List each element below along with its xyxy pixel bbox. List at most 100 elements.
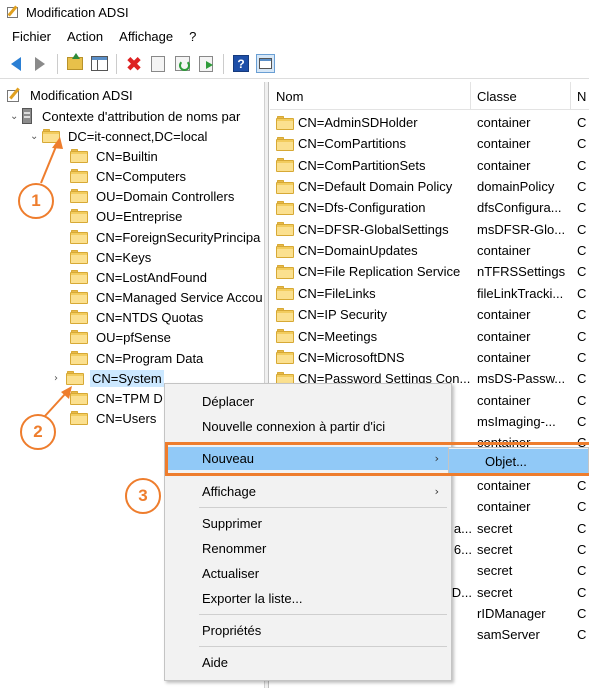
menu-action[interactable]: Action <box>59 29 111 44</box>
tree-item-label: OU=Domain Controllers <box>96 188 235 204</box>
export-list-icon[interactable] <box>196 54 216 74</box>
tree-item[interactable]: CN=LostAndFound <box>70 267 209 287</box>
tree-item[interactable]: CN=Builtin <box>70 146 160 166</box>
list-row[interactable]: CN=IP Security container C <box>270 304 589 325</box>
list-cell-dn: C <box>577 349 587 365</box>
tree-root[interactable]: Modification ADSI <box>6 85 135 105</box>
folder-icon <box>276 350 294 365</box>
tree-domain[interactable]: ⌄ DC=it-connect,DC=local <box>30 126 209 146</box>
list-row[interactable]: CN=Meetings container C <box>270 326 589 347</box>
folder-icon <box>70 169 88 183</box>
list-cell-dn: C <box>577 136 587 152</box>
chevron-down-icon[interactable]: ⌄ <box>10 111 22 122</box>
folder-icon <box>70 189 88 203</box>
tree-item[interactable]: OU=Entreprise <box>70 206 184 226</box>
tree-item[interactable]: CN=Managed Service Accou <box>70 287 264 307</box>
column-header-class[interactable]: Classe <box>471 82 571 110</box>
list-row[interactable]: CN=AdminSDHolder container C <box>270 112 589 133</box>
menu-item-refresh[interactable]: Actualiser <box>165 562 451 585</box>
list-row[interactable]: CN=ComPartitionSets container C <box>270 155 589 176</box>
menu-file[interactable]: Fichier <box>4 29 59 44</box>
menu-help[interactable]: ? <box>181 29 204 44</box>
list-cell-class: container <box>477 392 531 408</box>
tree-naming-context[interactable]: ⌄ Contexte d'attribution de noms par <box>10 106 242 126</box>
list-cell-dn: C <box>577 307 587 323</box>
tree-item[interactable]: OU=Domain Controllers <box>70 186 236 206</box>
list-row[interactable]: CN=MicrosoftDNS container C <box>270 347 589 368</box>
list-row[interactable]: CN=File Replication Service nTFRSSettings… <box>270 261 589 282</box>
menu-item-rename[interactable]: Renommer <box>165 537 451 560</box>
list-cell-name: CN=ComPartitions <box>276 133 472 154</box>
folder-icon <box>70 209 88 223</box>
folder-up-icon[interactable] <box>65 53 85 74</box>
tree-item[interactable]: CN=Program Data <box>70 348 205 368</box>
menu-item-export-list[interactable]: Exporter la liste... <box>165 587 451 610</box>
menu-item-help[interactable]: Aide <box>165 651 451 674</box>
refresh-icon[interactable] <box>172 54 192 74</box>
list-cell-dn: C <box>577 157 587 173</box>
list-cell-name: CN=ComPartitionSets <box>276 155 472 176</box>
menu-item-properties[interactable]: Propriétés <box>165 619 451 642</box>
list-cell-name-text: CN=FileLinks <box>298 285 376 301</box>
tree-item[interactable]: CN=Computers <box>70 166 188 186</box>
tree-item[interactable]: CN=NTDS Quotas <box>70 307 205 327</box>
menu-item-label: Nouvelle connexion à partir d'ici <box>202 419 386 434</box>
list-cell-class: domainPolicy <box>477 179 555 195</box>
tree-item[interactable]: CN=Keys <box>70 247 153 267</box>
menu-item-label: Supprimer <box>202 516 262 531</box>
context-menu: Déplacer Nouvelle connexion à partir d'i… <box>164 383 452 681</box>
column-header-name[interactable]: Nom <box>270 82 471 110</box>
title-bar: Modification ADSI <box>0 0 589 24</box>
tree-item[interactable]: CN=ForeignSecurityPrincipa <box>70 227 262 247</box>
folder-icon <box>276 222 294 237</box>
menu-item-move[interactable]: Déplacer <box>165 390 451 413</box>
help-icon[interactable]: ? <box>231 54 251 74</box>
menu-item-label: Affichage <box>202 484 256 499</box>
properties-icon[interactable] <box>148 54 168 74</box>
menu-view[interactable]: Affichage <box>111 29 181 44</box>
tree-item[interactable]: OU=pfSense <box>70 327 173 347</box>
window-title: Modification ADSI <box>26 4 129 20</box>
list-row[interactable]: CN=DFSR-GlobalSettings msDFSR-Glo... C <box>270 219 589 240</box>
list-cell-dn: C <box>577 371 587 387</box>
list-cell-name: CN=Dfs-Configuration <box>276 197 472 218</box>
list-cell-dn: C <box>577 563 587 579</box>
tree-item-system[interactable]: › CN=System <box>54 368 164 388</box>
menu-separator <box>199 646 447 647</box>
list-row[interactable]: CN=FileLinks fileLinkTracki... C <box>270 283 589 304</box>
list-row[interactable]: CN=ComPartitions container C <box>270 133 589 154</box>
list-row[interactable]: CN=DomainUpdates container C <box>270 240 589 261</box>
toolbar-separator <box>57 53 58 74</box>
list-cell-name: CN=Default Domain Policy <box>276 176 472 197</box>
folder-icon <box>70 270 88 284</box>
tree-item-label: CN=System <box>90 369 164 387</box>
list-row[interactable]: CN=Default Domain Policy domainPolicy C <box>270 176 589 197</box>
delete-icon[interactable]: ✖ <box>124 54 144 74</box>
list-cell-dn: C <box>577 627 587 643</box>
chevron-down-icon[interactable]: ⌄ <box>30 131 42 142</box>
server-icon <box>22 108 32 124</box>
menu-item-view[interactable]: Affichage › <box>165 480 451 503</box>
menu-item-delete[interactable]: Supprimer <box>165 512 451 535</box>
column-header-dn[interactable]: N <box>571 82 589 110</box>
folder-icon <box>70 310 88 324</box>
panel-toggle-icon[interactable] <box>255 54 275 74</box>
list-cell-name-text: CN=MicrosoftDNS <box>298 349 405 365</box>
folder-icon <box>276 329 294 343</box>
tree-item-label: CN=Builtin <box>96 148 158 164</box>
list-row[interactable]: CN=Dfs-Configuration dfsConfigura... C <box>270 197 589 218</box>
forward-arrow-icon[interactable] <box>30 54 50 74</box>
list-cell-name-text: D... <box>451 584 472 600</box>
tree-item-label: CN=Computers <box>96 168 186 184</box>
back-arrow-icon[interactable] <box>6 54 26 74</box>
show-hide-tree-icon[interactable] <box>89 54 109 74</box>
menu-item-new-connection[interactable]: Nouvelle connexion à partir d'ici <box>165 415 451 438</box>
chevron-right-icon[interactable]: › <box>54 373 66 384</box>
tree-item-label: CN=Users <box>96 410 157 426</box>
list-cell-dn: C <box>577 392 587 408</box>
tree-item[interactable]: CN=TPM D <box>70 388 165 408</box>
highlight-frame <box>165 442 589 476</box>
tree-item[interactable]: CN=Users <box>70 408 158 428</box>
list-cell-dn: C <box>577 200 587 216</box>
folder-icon <box>70 230 88 244</box>
